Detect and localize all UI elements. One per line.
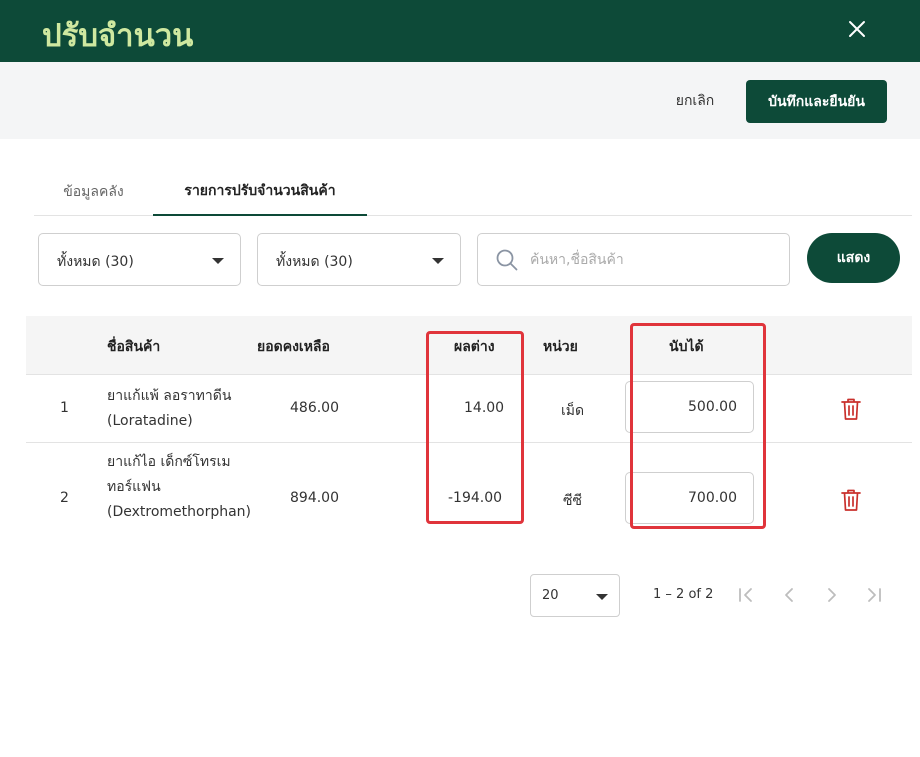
tab-bar: ข้อมูลคลัง รายการปรับจำนวนสินค้า (34, 168, 912, 216)
cancel-button[interactable]: ยกเลิก (658, 84, 732, 118)
chevron-down-icon (432, 258, 444, 264)
row-number: 1 (60, 400, 69, 416)
first-page-icon (739, 588, 752, 602)
counted-quantity-input[interactable] (625, 381, 754, 433)
tab-adjustment-items[interactable]: รายการปรับจำนวนสินค้า (153, 168, 367, 216)
unit-value: ซีซี (563, 493, 583, 509)
row-number: 2 (60, 490, 69, 506)
tab-inventory-info[interactable]: ข้อมูลคลัง (34, 168, 153, 215)
trash-icon[interactable] (840, 488, 862, 512)
filter-select-1[interactable]: ทั้งหมด (30) (38, 233, 241, 286)
chevron-down-icon (596, 594, 608, 600)
table-row: 2 ยาแก้ไอ เด็กซ์โทรเมทอร์แฟน (Dextrometh… (26, 443, 912, 554)
filter-select-2-value: ทั้งหมด (30) (276, 254, 353, 270)
save-confirm-button[interactable]: บันทึกและยืนยัน (746, 80, 887, 123)
column-header-counted: นับได้ (669, 339, 704, 355)
unit-value: เม็ด (561, 403, 585, 419)
dialog-header: ปรับจำนวน (0, 0, 920, 62)
diff-value: 14.00 (464, 400, 505, 416)
dialog-title: ปรับจำนวน (42, 18, 194, 54)
filter-select-1-value: ทั้งหมด (30) (57, 254, 134, 270)
balance-value: 486.00 (290, 400, 339, 416)
filter-select-2[interactable]: ทั้งหมด (30) (257, 233, 461, 286)
column-header-name: ชื่อสินค้า (107, 339, 161, 355)
balance-value: 894.00 (290, 490, 339, 506)
close-button[interactable] (842, 14, 872, 44)
diff-value: -194.00 (448, 490, 503, 506)
first-page-button[interactable] (735, 584, 757, 606)
page-size-value: 20 (542, 588, 559, 603)
table-header: ชื่อสินค้า ยอดคงเหลือ ผลต่าง หน่วย นับได… (26, 316, 912, 375)
product-name: ยาแก้แพ้ ลอราทาดีน (Loratadine) (107, 388, 232, 429)
previous-page-button[interactable] (778, 584, 800, 606)
search-icon (496, 249, 518, 271)
last-page-icon (868, 588, 881, 602)
trash-icon[interactable] (840, 397, 862, 421)
product-name: ยาแก้ไอ เด็กซ์โทรเมทอร์แฟน (Dextromethor… (107, 454, 252, 520)
table-row: 1 ยาแก้แพ้ ลอราทาดีน (Loratadine) 486.00… (26, 375, 912, 443)
counted-quantity-input[interactable] (625, 472, 754, 524)
search-box (477, 233, 790, 286)
column-header-unit: หน่วย (543, 339, 578, 355)
chevron-left-icon (785, 588, 793, 602)
action-bar: ยกเลิก บันทึกและยืนยัน (0, 62, 920, 139)
show-button[interactable]: แสดง (807, 233, 900, 283)
close-icon (849, 21, 865, 37)
last-page-button[interactable] (863, 584, 885, 606)
page-size-select[interactable]: 20 (530, 574, 620, 617)
column-header-balance: ยอดคงเหลือ (257, 339, 330, 355)
search-input[interactable] (530, 248, 780, 272)
next-page-button[interactable] (821, 584, 843, 606)
page-range-label: 1 – 2 of 2 (653, 587, 714, 602)
column-header-diff: ผลต่าง (454, 339, 495, 355)
chevron-right-icon (828, 588, 836, 602)
chevron-down-icon (212, 258, 224, 264)
